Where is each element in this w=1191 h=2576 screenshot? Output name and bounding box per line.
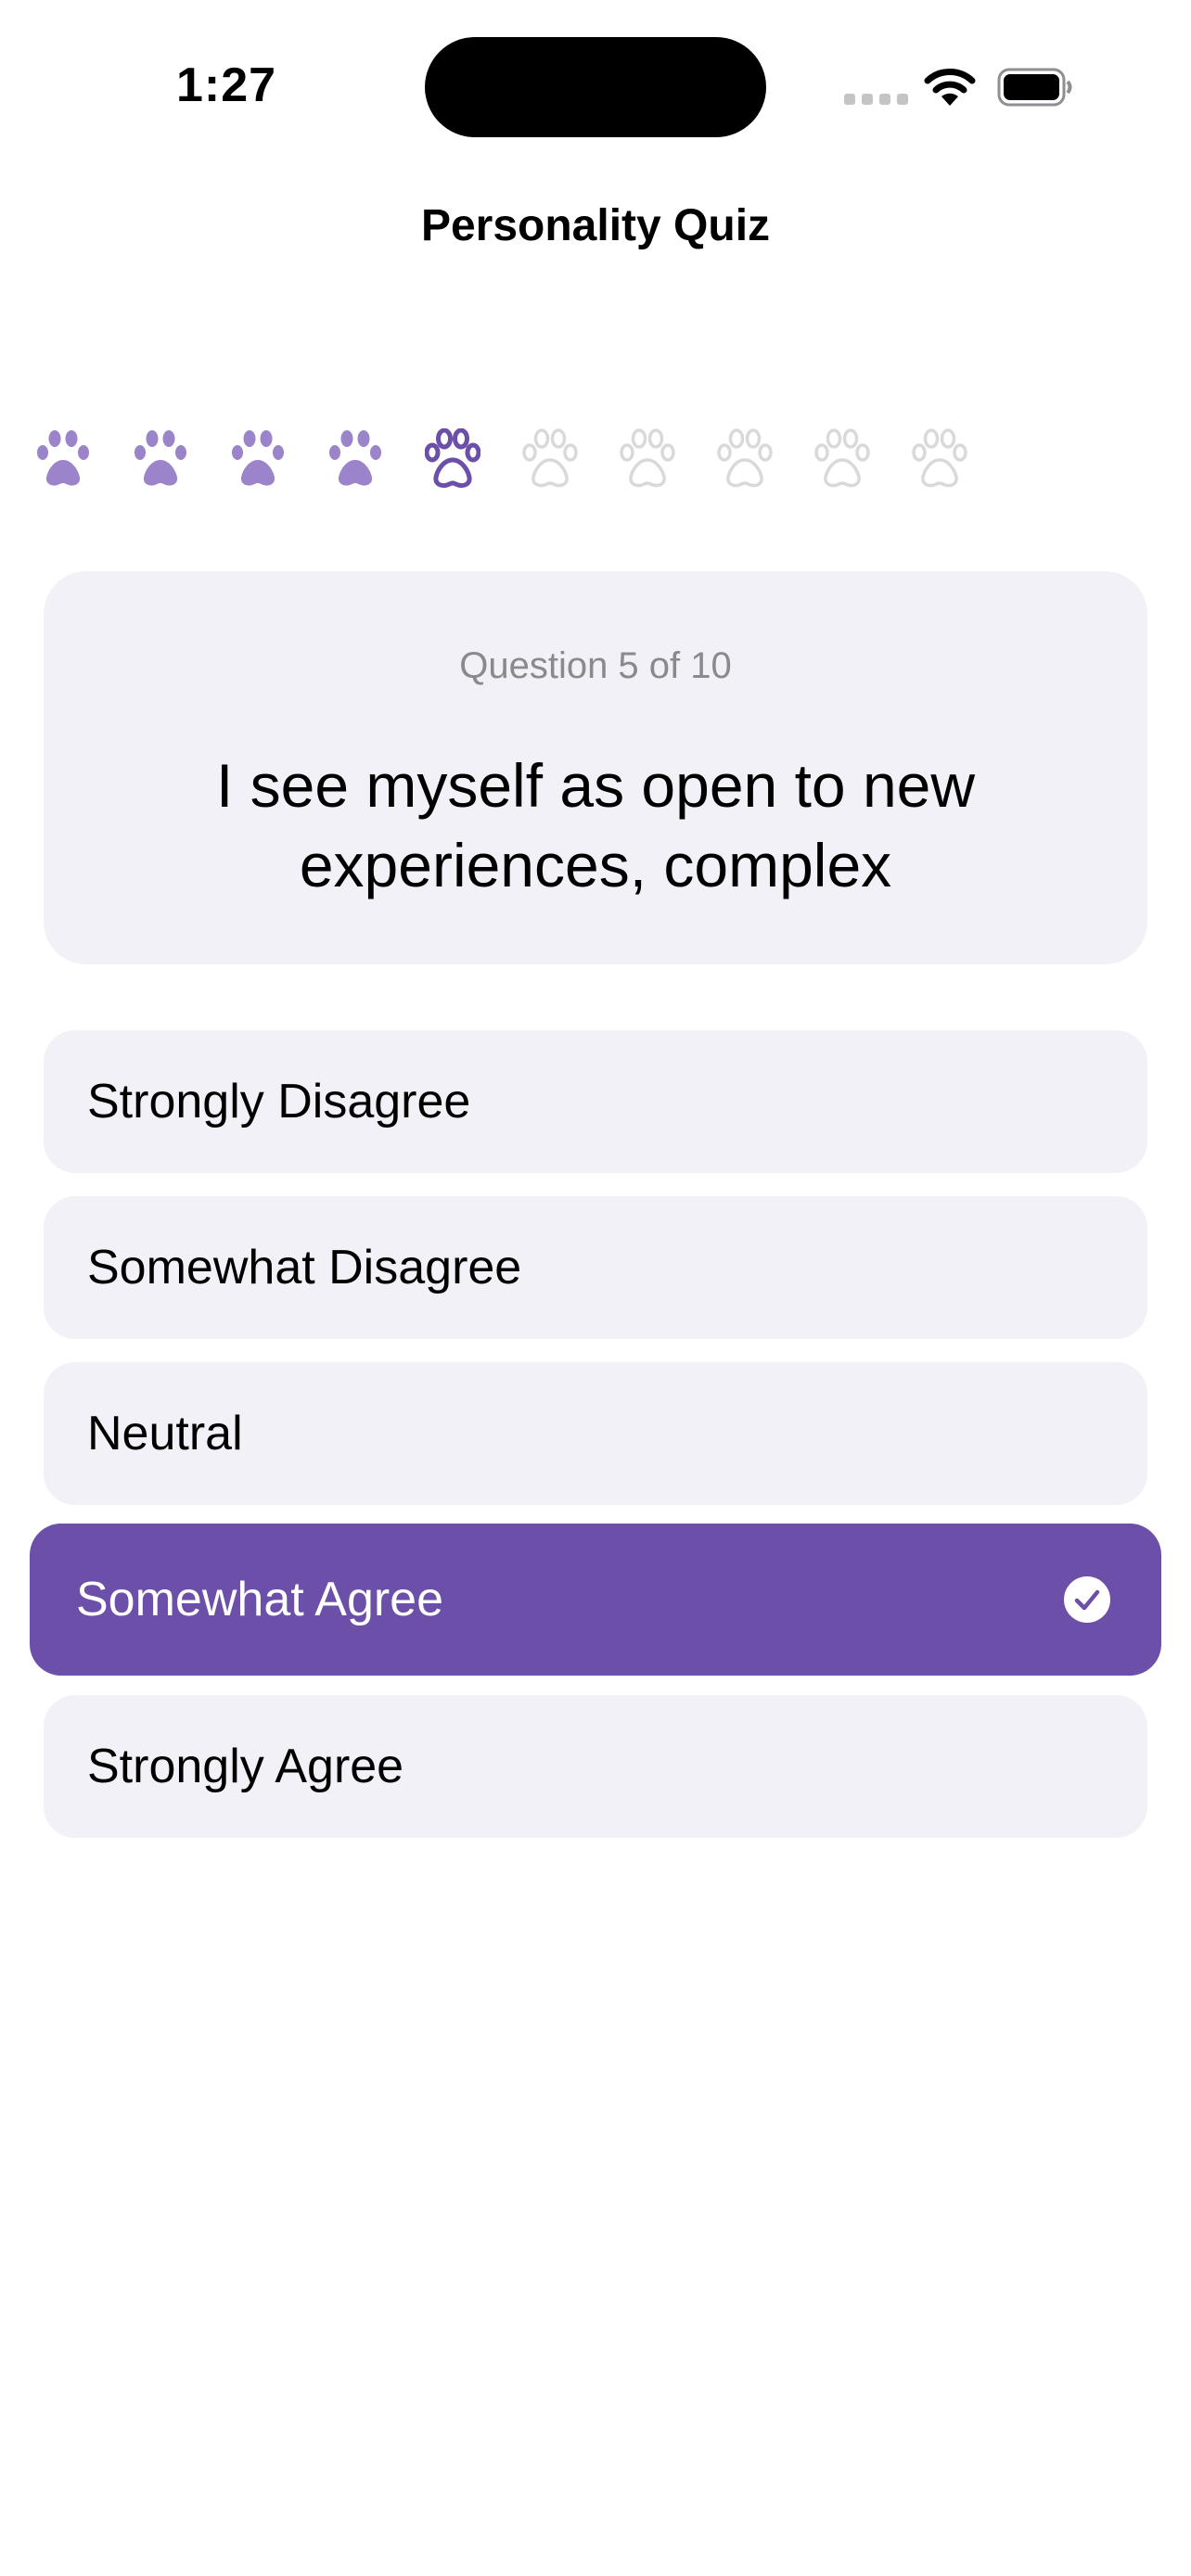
paw-icon	[37, 430, 89, 486]
answer-option[interactable]: Strongly Agree	[44, 1695, 1147, 1838]
cellular-signal-icon	[844, 94, 908, 105]
question-counter: Question 5 of 10	[459, 645, 732, 686]
dynamic-island	[425, 37, 766, 137]
paw-icon	[134, 430, 186, 486]
paw-icon	[425, 428, 480, 489]
paw-icon	[717, 428, 773, 488]
battery-icon	[997, 68, 1072, 107]
wifi-icon	[924, 69, 976, 106]
paw-icon	[912, 428, 967, 488]
question-card: Question 5 of 10 I see myself as open to…	[44, 571, 1147, 964]
paw-icon	[232, 430, 284, 486]
page-title: Personality Quiz	[420, 201, 771, 250]
answer-option[interactable]: Strongly Disagree	[44, 1030, 1147, 1173]
answer-option[interactable]: Neutral	[44, 1362, 1147, 1505]
answer-option[interactable]: Somewhat Agree	[30, 1524, 1161, 1676]
answer-label: Neutral	[87, 1407, 243, 1460]
answer-label: Strongly Agree	[87, 1740, 404, 1793]
answer-label: Strongly Disagree	[87, 1075, 471, 1129]
quiz-progress	[35, 428, 967, 490]
answer-label: Somewhat Agree	[76, 1573, 444, 1626]
question-text: I see myself as open to new experiences,…	[215, 751, 976, 899]
paw-icon	[620, 428, 675, 488]
checkmark-circle-icon	[1064, 1576, 1110, 1623]
paw-icon	[329, 430, 381, 486]
paw-icon	[522, 428, 578, 488]
paw-icon	[814, 428, 870, 488]
answer-option[interactable]: Somewhat Disagree	[44, 1196, 1147, 1339]
answer-label: Somewhat Disagree	[87, 1241, 522, 1294]
status-time: 1:27	[176, 58, 277, 112]
